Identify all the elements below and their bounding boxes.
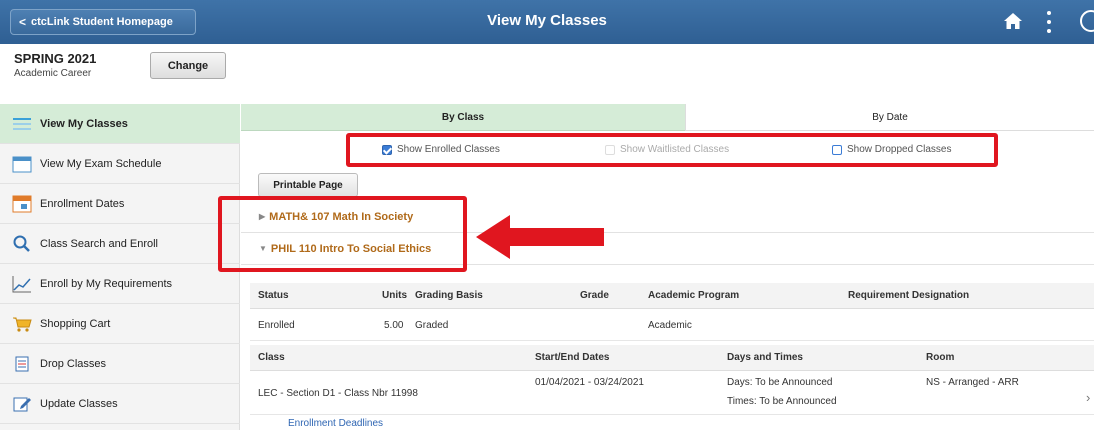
calendar-date-icon bbox=[12, 195, 32, 212]
arrow-left-icon bbox=[476, 215, 604, 259]
show-waitlisted-checkbox[interactable]: Show Waitlisted Classes bbox=[605, 144, 729, 155]
table-row: Enrolled 5.00 Graded Academic bbox=[250, 309, 1094, 341]
column-header: Units bbox=[382, 290, 407, 301]
sidebar-item-label: Drop Classes bbox=[40, 357, 107, 370]
column-header: Requirement Designation bbox=[848, 290, 970, 301]
caret-down-icon: ▼ bbox=[259, 244, 267, 253]
chevron-right-icon[interactable]: › bbox=[1086, 390, 1090, 405]
sidebar-item-label: Enroll by My Requirements bbox=[40, 277, 173, 290]
sidebar-item-label: View My Classes bbox=[40, 117, 128, 130]
room-value: NS - Arranged - ARR bbox=[926, 377, 1019, 388]
chevron-left-icon: < bbox=[19, 15, 27, 29]
start-end-dates-value: 01/04/2021 - 03/24/2021 bbox=[535, 377, 644, 388]
sidebar-item-enroll-by-my-requirements[interactable]: Enroll by My Requirements bbox=[0, 264, 240, 304]
tab-by-date[interactable]: By Date bbox=[685, 104, 1094, 131]
search-icon bbox=[13, 235, 30, 252]
column-header: Room bbox=[926, 352, 955, 363]
academic-program-value: Academic bbox=[648, 320, 692, 331]
back-to-homepage-button[interactable]: < ctcLink Student Homepage bbox=[10, 9, 196, 35]
checkbox-icon bbox=[605, 144, 615, 155]
sidebar-item-view-my-classes[interactable]: View My Classes bbox=[0, 104, 240, 144]
show-dropped-checkbox[interactable]: Show Dropped Classes bbox=[832, 144, 952, 155]
caret-right-icon: ▶ bbox=[259, 212, 266, 221]
times-value: Times: To be Announced bbox=[727, 396, 837, 407]
status-table-header: Status Units Grading Basis Grade Academi… bbox=[250, 283, 1094, 309]
sidebar-item-label: Enrollment Dates bbox=[40, 197, 125, 210]
class-section-value: LEC - Section D1 - Class Nbr 11998 bbox=[258, 388, 418, 399]
edit-icon bbox=[13, 397, 31, 411]
nav-bar-icon[interactable] bbox=[1080, 10, 1094, 32]
filter-label: Show Enrolled Classes bbox=[397, 144, 500, 155]
grading-basis-value: Graded bbox=[415, 320, 449, 331]
class-filters: Show Enrolled Classes Show Waitlisted Cl… bbox=[350, 137, 990, 163]
change-term-button[interactable]: Change bbox=[150, 52, 226, 79]
tab-by-class[interactable]: By Class bbox=[241, 104, 685, 131]
show-enrolled-checkbox[interactable]: Show Enrolled Classes bbox=[382, 144, 500, 155]
checkbox-checked-icon bbox=[382, 144, 392, 155]
sidebar-item-drop-classes[interactable]: Drop Classes bbox=[0, 344, 240, 384]
column-header: Start/End Dates bbox=[535, 352, 610, 363]
filter-label: Show Waitlisted Classes bbox=[620, 144, 730, 155]
sidebar-item-enrollment-dates[interactable]: Enrollment Dates bbox=[0, 184, 240, 224]
sidebar-item-class-search-and-enroll[interactable]: Class Search and Enroll bbox=[0, 224, 240, 264]
column-header: Grade bbox=[580, 290, 609, 301]
more-vertical-icon[interactable] bbox=[1046, 11, 1052, 33]
sidebar-item-view-my-exam-schedule[interactable]: View My Exam Schedule bbox=[0, 144, 240, 184]
column-header: Academic Program bbox=[648, 290, 740, 301]
home-icon[interactable] bbox=[1003, 11, 1023, 31]
column-header: Days and Times bbox=[727, 352, 803, 363]
column-header: Class bbox=[258, 352, 285, 363]
course-title: PHIL 110 Intro To Social Ethics bbox=[270, 242, 432, 255]
sidebar: View My Classes View My Exam Schedule En… bbox=[0, 104, 240, 430]
printable-page-button[interactable]: Printable Page bbox=[258, 173, 358, 197]
chart-line-icon bbox=[12, 275, 31, 292]
sidebar-item-label: Class Search and Enroll bbox=[40, 237, 159, 250]
sidebar-item-shopping-cart[interactable]: Shopping Cart bbox=[0, 304, 240, 344]
shopping-cart-icon bbox=[13, 317, 32, 332]
status-value: Enrolled bbox=[258, 320, 295, 331]
sidebar-item-update-classes[interactable]: Update Classes bbox=[0, 384, 240, 424]
sidebar-item-label: Update Classes bbox=[40, 397, 118, 410]
checkbox-icon bbox=[832, 144, 842, 155]
top-bar: < ctcLink Student Homepage View My Class… bbox=[0, 0, 1094, 44]
enrollment-deadlines-link[interactable]: Enrollment Deadlines bbox=[288, 418, 383, 429]
term-name: SPRING 2021 bbox=[14, 51, 97, 66]
term-career: Academic Career bbox=[14, 68, 92, 79]
sidebar-item-label: Shopping Cart bbox=[40, 317, 111, 330]
course-row-math[interactable]: ▶ MATH& 107 Math In Society bbox=[241, 201, 1094, 233]
course-row-phil[interactable]: ▼ PHIL 110 Intro To Social Ethics bbox=[241, 233, 1094, 265]
filter-label: Show Dropped Classes bbox=[847, 144, 952, 155]
calendar-icon bbox=[12, 156, 32, 172]
table-row[interactable]: LEC - Section D1 - Class Nbr 11998 01/04… bbox=[250, 371, 1094, 415]
sidebar-item-label: View My Exam Schedule bbox=[40, 157, 162, 170]
calendar-list-icon bbox=[13, 117, 31, 130]
drop-list-icon bbox=[15, 356, 29, 371]
class-table-header: Class Start/End Dates Days and Times Roo… bbox=[250, 345, 1094, 371]
term-header: SPRING 2021 Academic Career Change bbox=[0, 44, 1094, 104]
units-value: 5.00 bbox=[384, 320, 404, 331]
back-button-label: ctcLink Student Homepage bbox=[31, 16, 173, 28]
column-header: Grading Basis bbox=[415, 290, 483, 301]
column-header: Status bbox=[258, 290, 289, 301]
days-value: Days: To be Announced bbox=[727, 377, 833, 388]
course-title: MATH& 107 Math In Society bbox=[269, 210, 414, 223]
